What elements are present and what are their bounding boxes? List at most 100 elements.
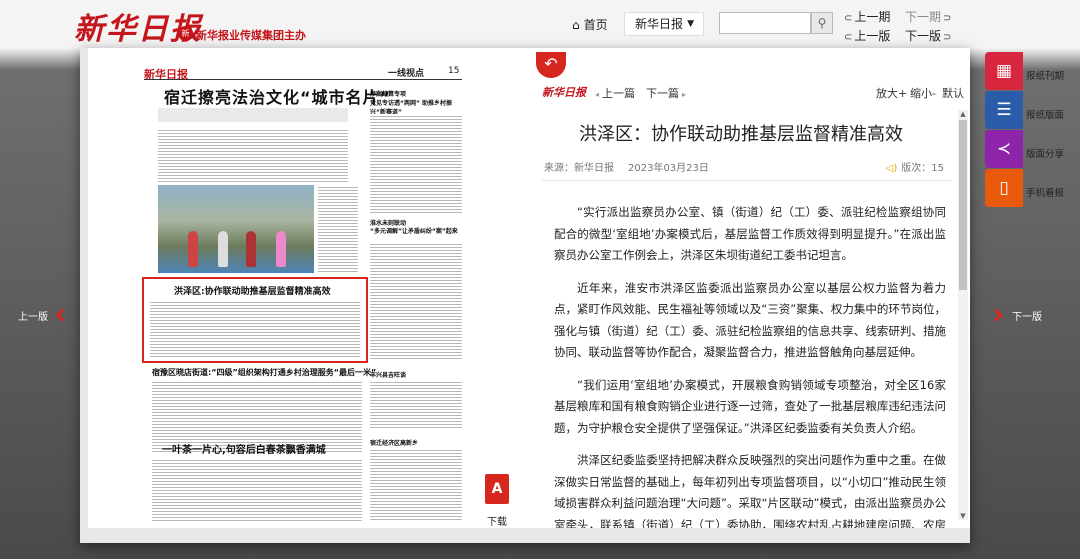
home-icon: ⌂: [572, 18, 580, 32]
scan-main-title[interactable]: 宿迁擦亮法治文化“城市名片”: [164, 84, 391, 108]
scan-page-number: 15: [448, 66, 460, 76]
article-paragraph: 近年来，淮安市洪泽区监委派出监察员办公室以基层公权力监督为着力点，紧盯作风效能、…: [554, 280, 946, 360]
home-link[interactable]: ⌂ 首页: [572, 16, 608, 33]
home-label: 首页: [583, 18, 608, 32]
article-paragraph: 洪泽区纪委监委坚持把解决群众反映强烈的突出问题作为重中之重。在做深做实日常监督的…: [554, 453, 946, 528]
next-edition-side-arrow[interactable]: ›: [992, 297, 1004, 332]
scan-text-block: [370, 242, 462, 360]
font-default-button[interactable]: 默认: [942, 85, 964, 101]
next-edition-side-label: 下一版: [1012, 312, 1042, 323]
share-button[interactable]: ≺: [985, 130, 1023, 168]
arrow-right-circle-icon: ⊃: [943, 32, 952, 43]
article-paragraph: “实行派出监察员办公室、镇（街道）纪（工）委、派驻纪检监察组协同配合的微型‘室组…: [554, 205, 946, 262]
mobile-read-label[interactable]: 手机看报: [1026, 185, 1064, 199]
arrow-left-circle-icon: ⊂: [844, 13, 853, 24]
scan-highlight-title: 洪泽区:协作联动助推基层监督精准高效: [174, 287, 331, 297]
mobile-icon: ▯: [999, 178, 1009, 198]
font-larger-button[interactable]: 放大+: [876, 85, 907, 101]
article-date: 2023年03月23日: [628, 163, 709, 174]
scan-text-block: [150, 300, 360, 358]
scroll-up-icon[interactable]: ▲: [959, 110, 967, 118]
photo-figure: [188, 231, 198, 267]
next-article-label: 下一篇: [646, 87, 679, 100]
scan-text-block: [370, 114, 462, 214]
share-label[interactable]: 版面分享: [1026, 146, 1064, 160]
scan-side-title: “多元调解”让矛盾纠纷“案”起来: [370, 228, 458, 235]
prev-article-link[interactable]: ◂ 上一篇: [592, 85, 635, 101]
edition-label: 版次：15: [901, 163, 944, 174]
arrow-right-box-icon: ▸: [682, 90, 687, 99]
pdf-icon: A: [491, 481, 503, 497]
meta-divider: [542, 180, 952, 181]
share-icon: ≺: [996, 139, 1012, 159]
scroll-down-icon[interactable]: ▼: [959, 512, 967, 520]
group-name: 新华报业传媒集团主办: [196, 29, 306, 42]
caret-down-icon: ▼: [687, 19, 694, 29]
issue-calendar-button[interactable]: ▦: [985, 52, 1023, 90]
next-edition-label: 下一版: [905, 29, 942, 43]
next-issue-link[interactable]: 下一期 ⊃: [905, 8, 953, 25]
list-icon: ☰: [996, 100, 1012, 120]
article-title: 洪泽区：协作联动助推基层监督精准高效: [579, 124, 903, 145]
article-source: 来源：新华日报: [544, 163, 614, 174]
scan-text-block: [318, 185, 358, 273]
scan-lead-block: [158, 108, 348, 122]
newspaper-page-scan[interactable]: 新华日报 一线视点 15 宿迁擦亮法治文化“城市名片” 涉案结算专项 竞见专访透…: [88, 48, 526, 528]
top-header: 新华日报 新 新华报业传媒集团主办 ⌂ 首页 新华日报 ▼ ⚲ ⊂ 上一期 下一期 ⊃ …: [0, 0, 1080, 48]
pdf-download-button[interactable]: A: [485, 474, 509, 504]
scan-side-title: 涉案结算专项: [370, 91, 407, 98]
scan-text-block: [370, 380, 462, 430]
photo-figure: [218, 231, 228, 267]
arrow-left-box-icon: ◂: [595, 90, 600, 99]
scan-photo[interactable]: [158, 185, 314, 273]
next-article-link[interactable]: 下一篇 ▸: [646, 85, 689, 101]
paper-select[interactable]: 新华日报 ▼: [624, 12, 704, 36]
scan-side-title: 宿迁经济区高新乡: [370, 440, 419, 447]
chevron-right-icon: ›: [992, 297, 1005, 332]
search-icon: ⚲: [817, 16, 827, 30]
mobile-read-button[interactable]: ▯: [985, 169, 1023, 207]
speaker-icon[interactable]: ◁): [886, 163, 898, 174]
calendar-icon: ▦: [995, 61, 1013, 81]
prev-edition-link[interactable]: ⊂ 上一版: [842, 27, 890, 44]
scan-text-block: [370, 448, 462, 522]
arrow-right-circle-icon: ⊃: [943, 13, 952, 24]
photo-figure: [246, 231, 256, 267]
reader-panel: 新华日报 一线视点 15 宿迁擦亮法治文化“城市名片” 涉案结算专项 竞见专访透…: [80, 48, 970, 543]
prev-article-label: 上一篇: [602, 87, 636, 100]
article-paragraph: “我们运用‘室组地’办案模式，开展粮食购销领域专项整治，对全区16家基层粮库和国…: [554, 377, 946, 435]
chevron-left-icon: ‹: [54, 297, 67, 332]
prev-edition-label: 上一版: [854, 29, 891, 43]
scan-rule: [144, 79, 462, 80]
article-meta: 来源：新华日报 2023年03月23日 ◁) 版次：15: [544, 159, 944, 174]
article-body: “实行派出监察员办公室、镇（街道）纪（工）委、派驻纪检监察组协同配合的微型‘室组…: [554, 202, 946, 528]
page-list-button[interactable]: ☰: [985, 91, 1023, 129]
scan-text-block: [152, 458, 362, 522]
photo-figure: [276, 231, 286, 267]
prev-edition-side-label: 上一版: [18, 312, 48, 323]
font-smaller-button[interactable]: 缩小-: [910, 85, 936, 101]
next-issue-label: 下一期: [905, 10, 942, 24]
back-button[interactable]: ↶: [536, 52, 566, 78]
prev-issue-link[interactable]: ⊂ 上一期: [842, 8, 890, 25]
prev-edition-side-arrow[interactable]: ‹: [54, 297, 66, 332]
search-input[interactable]: [719, 12, 811, 34]
article-edition: ◁) 版次：15: [886, 159, 944, 174]
scan-page-header: 一线视点: [388, 69, 425, 79]
return-arrow-icon: ↶: [544, 54, 558, 73]
page-list-label[interactable]: 报纸版面: [1026, 107, 1064, 121]
article-panel: ↶ 新华日报 ◂ 上一篇 下一篇 ▸ 放大+ 缩小- 默认 洪泽区：协作联动助推基层…: [526, 48, 970, 528]
scan-text-block: [158, 128, 348, 182]
issue-calendar-label[interactable]: 报纸刊期: [1026, 68, 1064, 82]
next-edition-link[interactable]: 下一版 ⊃: [905, 27, 953, 44]
prev-issue-label: 上一期: [854, 10, 891, 24]
scan-side-title: 丰兴县吉旺谈: [370, 372, 407, 379]
article-logo: 新华日报: [542, 86, 586, 99]
group-logo-icon: 新: [178, 26, 193, 41]
scroll-thumb[interactable]: [959, 120, 967, 290]
scan-section-title[interactable]: 一叶茶一片心,句容后白春茶飘香满城: [162, 441, 326, 456]
search-button[interactable]: ⚲: [811, 12, 833, 34]
arrow-left-circle-icon: ⊂: [844, 32, 853, 43]
article-scrollbar[interactable]: ▲ ▼: [958, 110, 968, 520]
scan-section-title[interactable]: 宿豫区晓店街道:“四级”组织架构打通乡村治理服务“最后一米”: [152, 367, 376, 378]
